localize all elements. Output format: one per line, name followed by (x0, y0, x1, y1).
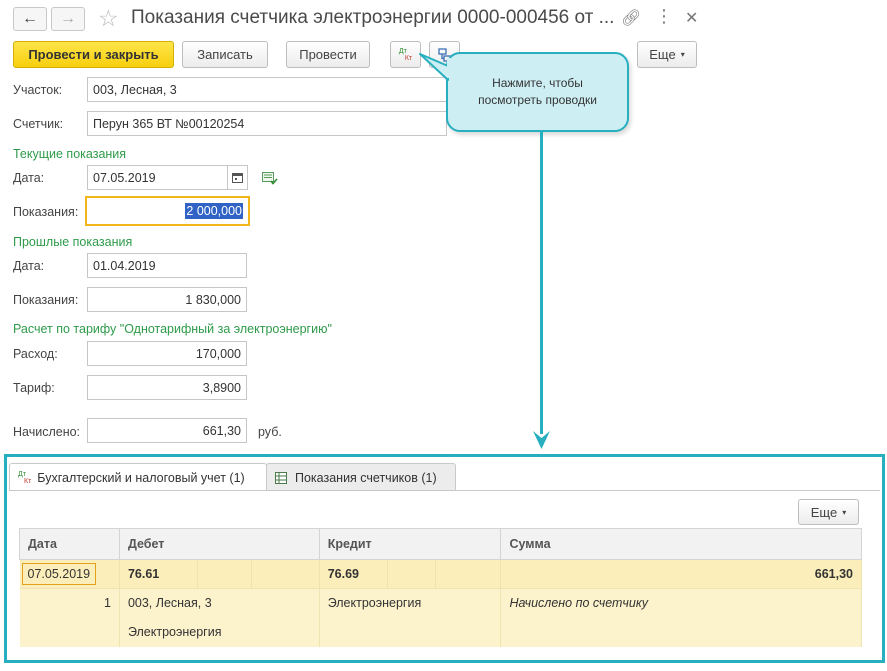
postings-button[interactable]: Дт Кт (390, 41, 421, 68)
panel-more-button[interactable]: Еще ▾ (798, 499, 859, 525)
post-and-close-button[interactable]: Провести и закрыть (13, 41, 174, 68)
current-reading-label: Показания: (13, 205, 79, 219)
tariff-field: 3,8900 (87, 375, 247, 400)
post-button[interactable]: Провести (286, 41, 370, 68)
link-icon[interactable]: 🔗︎ (621, 8, 641, 28)
previous-reading-field: 1 830,000 (87, 287, 247, 312)
row-sum: 661,30 (500, 559, 862, 589)
column-header-date[interactable]: Дата (19, 528, 120, 560)
more-vertical-icon[interactable]: ⋮ (655, 6, 673, 27)
current-date-field[interactable]: 07.05.2019 (87, 165, 228, 190)
tariff-calculation-heading: Расчет по тарифу "Однотарифный за электр… (13, 322, 332, 336)
arrow-right-icon: → (60, 10, 76, 27)
dt-kt-icon: Дт Кт (398, 47, 413, 62)
meter-label: Счетчик: (13, 117, 64, 131)
charged-label: Начислено: (13, 425, 81, 439)
row-debit-subconto-1: 003, Лесная, 3 (119, 588, 320, 618)
calendar-icon (232, 173, 243, 183)
tab-meter-readings-label: Показания счетчиков (1) (295, 470, 437, 485)
row-debit-account: 76.61 (119, 559, 198, 589)
postings-hint-callout: Нажмите, чтобы посмотреть проводки (446, 52, 629, 132)
column-header-credit[interactable]: Кредит (318, 528, 502, 560)
back-button[interactable]: ← (13, 7, 47, 31)
currency-label: руб. (258, 425, 282, 439)
meter-field[interactable]: Перун 365 ВТ №00120254 (87, 111, 447, 136)
window-title: Показания счетчика электроэнергии 0000-0… (131, 7, 615, 28)
dt-kt-icon: Дт Кт (18, 470, 32, 485)
previous-readings-heading: Прошлые показания (13, 235, 133, 249)
row-credit-subconto-2 (319, 617, 502, 647)
row-credit-subconto-empty (435, 559, 502, 589)
arrow-down-icon (533, 431, 550, 449)
postings-panel: Дт Кт Бухгалтерский и налоговый учет (1)… (4, 454, 885, 663)
tab-meter-readings[interactable]: Показания счетчиков (1) (266, 463, 456, 491)
current-readings-heading: Текущие показания (13, 147, 127, 161)
tab-accounting-label: Бухгалтерский и налоговый учет (1) (37, 470, 245, 485)
save-button[interactable]: Записать (182, 41, 268, 68)
row-content: Начислено по счетчику (500, 588, 862, 618)
callout-pointer (419, 53, 455, 81)
table-header-row: Дата Дебет Кредит Сумма (19, 528, 862, 560)
row-credit-account: 76.69 (319, 559, 388, 589)
previous-date-field: 01.04.2019 (87, 253, 247, 278)
arrow-left-icon: ← (22, 10, 38, 27)
current-reading-value: 2 000,000 (185, 203, 243, 219)
calendar-button[interactable] (228, 165, 248, 190)
column-header-debit[interactable]: Дебет (118, 528, 320, 560)
chevron-down-icon: ▾ (680, 50, 685, 59)
row-number: 1 (19, 588, 120, 618)
postings-table: Дата Дебет Кредит Сумма 07.05.2019 76.61… (19, 528, 862, 647)
table-row-detail[interactable]: 1 003, Лесная, 3 Электроэнергия Начислен… (19, 588, 862, 618)
row-empty-cell (500, 617, 862, 647)
column-header-sum[interactable]: Сумма (500, 528, 862, 560)
current-date-label: Дата: (13, 171, 45, 185)
favorite-star-icon[interactable]: ☆ (98, 5, 119, 31)
row-debit-subconto-empty (251, 559, 320, 589)
tab-accounting[interactable]: Дт Кт Бухгалтерский и налоговый учет (1) (9, 463, 267, 491)
site-field[interactable]: 003, Лесная, 3 (87, 77, 447, 102)
callout-arrow-line (540, 132, 543, 434)
charged-field: 661,30 (87, 418, 247, 443)
forward-button[interactable]: → (51, 7, 85, 31)
previous-date-label: Дата: (13, 259, 45, 273)
usage-label: Расход: (13, 347, 58, 361)
row-credit-subconto-1: Электроэнергия (319, 588, 502, 618)
row-debit-subconto-2: Электроэнергия (119, 617, 320, 647)
close-icon[interactable]: ✕ (685, 8, 698, 28)
table-icon (275, 471, 287, 484)
row-credit-subconto-empty (387, 559, 436, 589)
row-empty-cell (19, 617, 120, 647)
site-label: Участок: (13, 83, 63, 97)
current-reading-field[interactable]: 2 000,000 (85, 196, 250, 226)
table-row[interactable]: 07.05.2019 76.61 76.69 661,30 (19, 559, 862, 589)
table-row-detail[interactable]: Электроэнергия (19, 617, 862, 647)
fill-from-previous-icon[interactable] (262, 171, 278, 188)
chevron-down-icon: ▾ (842, 507, 847, 517)
usage-field: 170,000 (87, 341, 247, 366)
postings-hint-text: Нажмите, чтобы посмотреть проводки (478, 76, 597, 107)
more-button[interactable]: Еще ▾ (637, 41, 697, 68)
previous-reading-label: Показания: (13, 293, 79, 307)
row-debit-subconto-empty (197, 559, 252, 589)
tab-divider (9, 490, 880, 491)
tariff-label: Тариф: (13, 381, 55, 395)
row-date-cell[interactable]: 07.05.2019 (19, 559, 120, 589)
